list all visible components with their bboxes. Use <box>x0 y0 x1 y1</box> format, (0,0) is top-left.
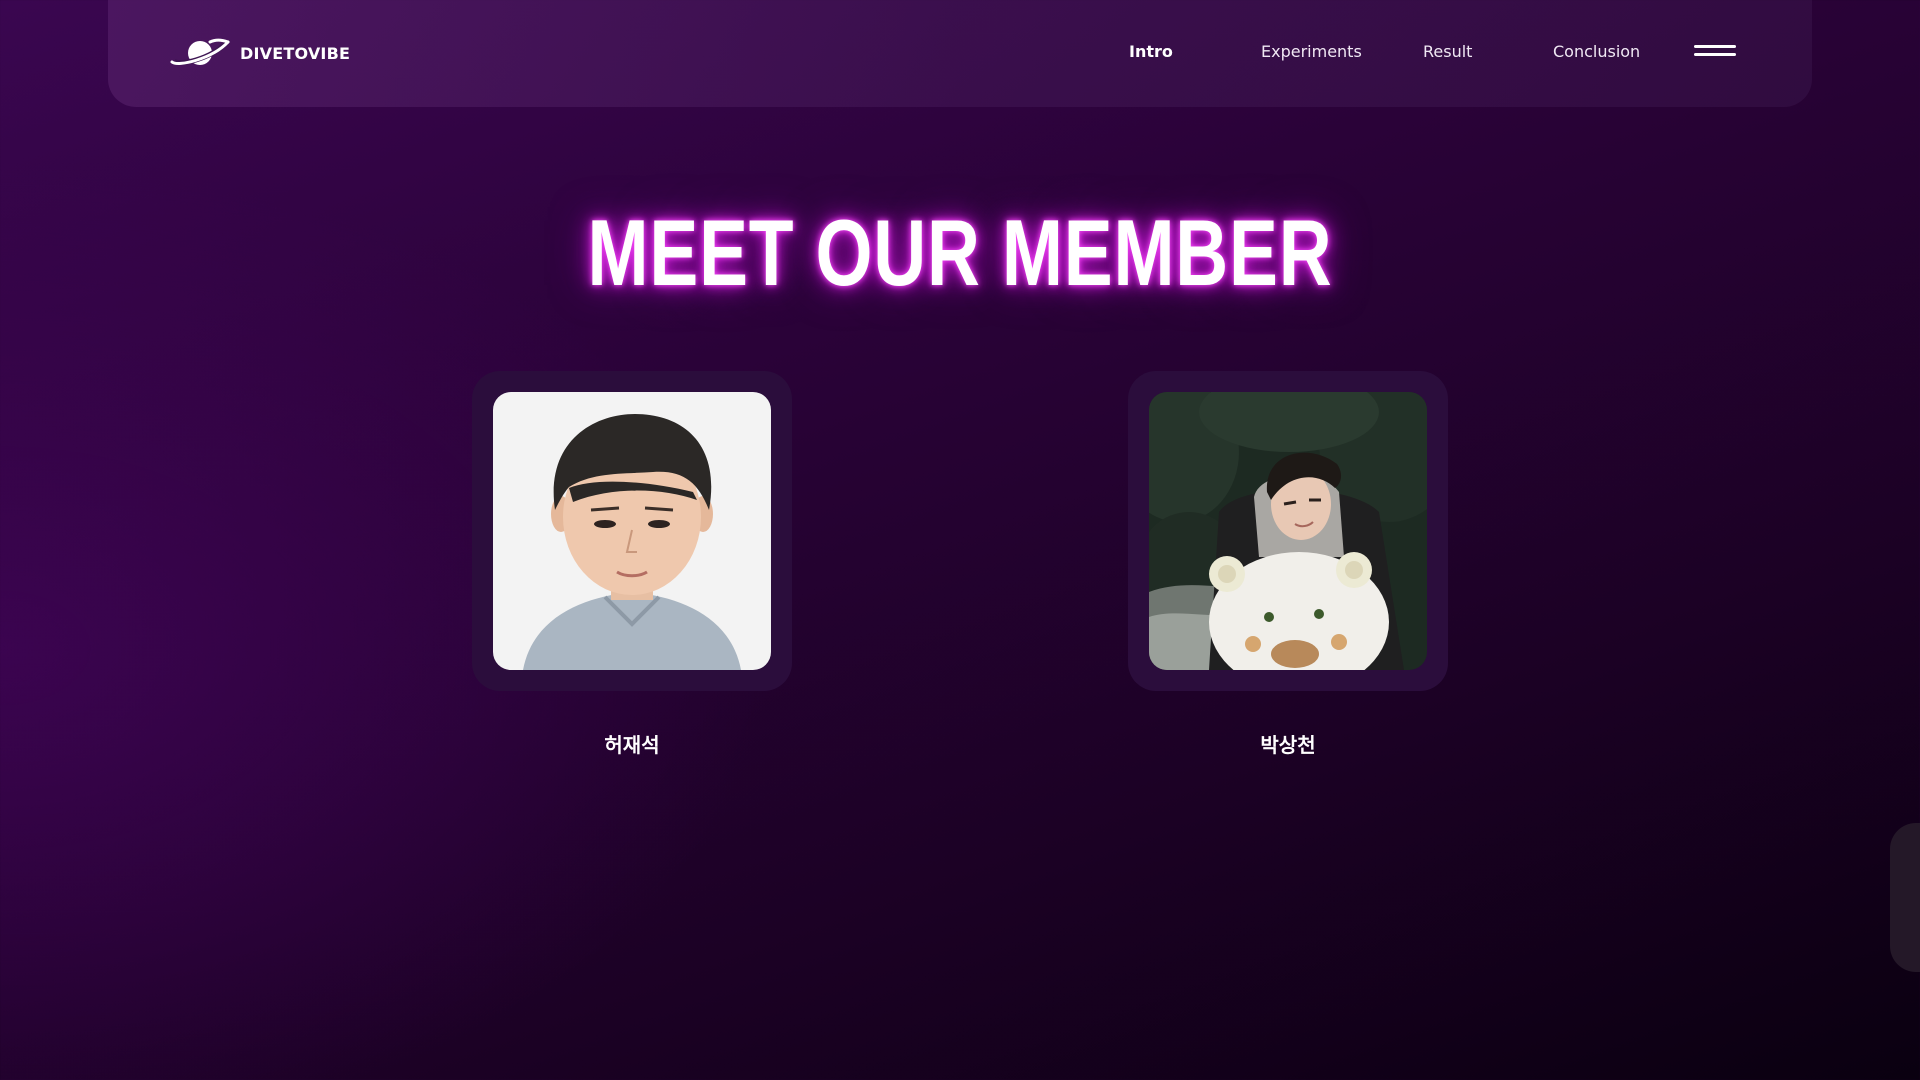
member-photo <box>1149 392 1427 670</box>
planet-icon <box>170 38 230 66</box>
member-photo <box>493 392 771 670</box>
nav-link-experiments[interactable]: Experiments <box>1261 42 1362 61</box>
top-navbar: DIVETOVIBE Intro Experiments Result Conc… <box>108 0 1812 107</box>
member-name: 허재석 <box>604 733 660 757</box>
section-title: MEET OUR MEMBER <box>587 200 1333 305</box>
nav-link-conclusion[interactable]: Conclusion <box>1553 42 1640 61</box>
member-card: 허재석 <box>472 371 792 758</box>
side-floating-tab[interactable] <box>1890 823 1920 972</box>
nav-link-intro[interactable]: Intro <box>1129 42 1173 61</box>
member-card: 박상천 <box>1128 371 1448 758</box>
member-photo-frame <box>1128 371 1448 691</box>
brand-logo[interactable]: DIVETOVIBE <box>170 35 350 71</box>
nav-link-result[interactable]: Result <box>1423 42 1472 61</box>
member-name: 박상천 <box>1260 733 1316 757</box>
hamburger-menu-icon[interactable] <box>1694 43 1736 59</box>
brand-name: DIVETOVIBE <box>240 43 351 63</box>
member-photo-frame <box>472 371 792 691</box>
